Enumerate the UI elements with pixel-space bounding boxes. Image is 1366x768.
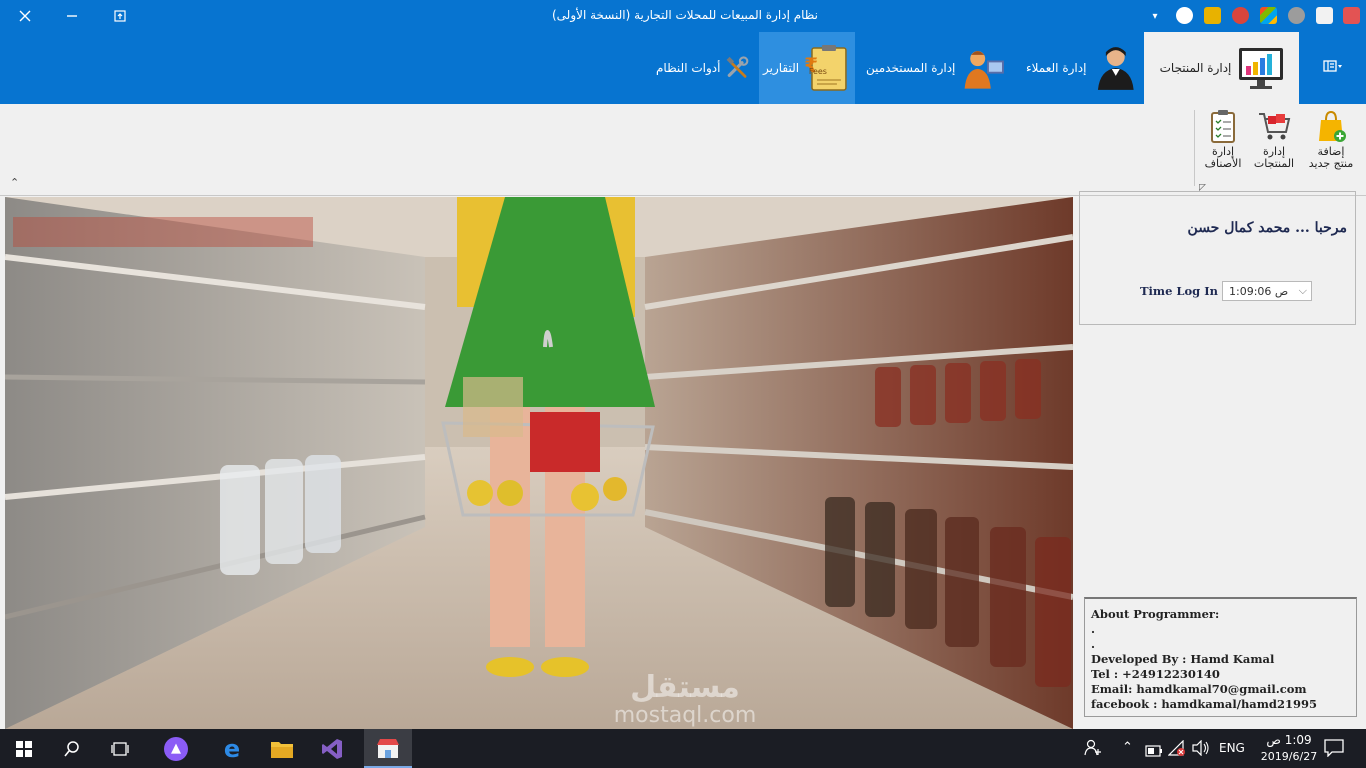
avatar-badge-icon[interactable] xyxy=(1232,7,1249,24)
chevron-down-icon: ⌵ xyxy=(1298,284,1307,297)
input-language-indicator[interactable]: ENG xyxy=(1219,741,1245,755)
store-icon[interactable] xyxy=(1343,7,1360,24)
chart-monitor-icon xyxy=(1239,48,1284,89)
restore-icon xyxy=(114,10,126,22)
collapse-ribbon-button[interactable]: ⌃ xyxy=(10,176,19,189)
task-view-icon xyxy=(111,741,129,756)
taskbar-clock-time[interactable]: 1:09 ص xyxy=(1260,733,1318,747)
time-login-picker[interactable]: 1:09:06 ص ⌵ xyxy=(1222,281,1312,301)
close-icon xyxy=(19,10,31,22)
taskbar-alice-app[interactable]: ▲ xyxy=(152,729,200,768)
about-programmer-box: About Programmer: . . Developed By : Ham… xyxy=(1084,597,1357,717)
tab-system-tools-label: أدوات النظام xyxy=(656,61,721,75)
settings-gear-icon[interactable] xyxy=(1288,7,1305,24)
taskbar-edge[interactable]: e xyxy=(208,729,256,768)
welcome-message: مرحبا ... محمد كمال حسن xyxy=(1187,220,1347,236)
welcome-groupbox: مرحبا ... محمد كمال حسن Time Log In : 1:… xyxy=(1079,191,1356,325)
ribbon-panel: إضافة منتج جديد إدارة المنتجات إدارة الأ… xyxy=(0,104,1366,196)
caret-down-icon: ▾ xyxy=(1152,10,1158,22)
white-circle-icon[interactable] xyxy=(1176,7,1193,24)
customer-person-icon xyxy=(1098,47,1135,90)
taskbar-visual-studio[interactable] xyxy=(308,729,356,768)
tab-products-label: إدارة المنتجات xyxy=(1159,61,1232,75)
tab-reports[interactable]: ₹ Fees التقارير xyxy=(759,32,855,104)
chevron-up-icon: ⌃ xyxy=(10,176,20,189)
side-panel: مرحبا ... محمد كمال حسن Time Log In : 1:… xyxy=(1075,191,1366,729)
menu-layout-icon xyxy=(1323,60,1342,72)
supermarket-hero-image xyxy=(5,197,1073,729)
shopping-bag-add-icon xyxy=(1319,110,1346,142)
add-product-button[interactable]: إضافة منتج جديد xyxy=(1302,108,1360,170)
time-login-value: 1:09:06 ص xyxy=(1229,284,1289,298)
tab-customers[interactable]: إدارة العملاء xyxy=(1022,32,1142,104)
taskbar-file-explorer[interactable] xyxy=(258,729,306,768)
about-dot-2: . xyxy=(1091,637,1096,651)
watermark-arabic: مستقل xyxy=(630,670,740,705)
about-email: Email: hamdkamal70@gmail.com xyxy=(1091,682,1307,696)
about-tel: Tel : +24912230140 xyxy=(1091,667,1220,681)
clipboard-list-icon xyxy=(1211,110,1235,143)
chart-bars-icon[interactable] xyxy=(1204,7,1221,24)
restore-button[interactable] xyxy=(107,4,133,28)
battery-icon[interactable] xyxy=(1145,742,1163,761)
title-bar: نظام إدارة المبيعات للمحلات التجارية (ال… xyxy=(0,0,1366,32)
search-icon xyxy=(64,740,79,756)
windows-logo-icon[interactable] xyxy=(1260,7,1277,24)
windows-start-icon xyxy=(16,740,32,757)
minimize-icon xyxy=(67,15,77,17)
task-view-button[interactable] xyxy=(96,729,144,768)
tab-users[interactable]: إدارة المستخدمين xyxy=(862,32,1008,104)
user-computer-icon xyxy=(964,51,1005,89)
taskbar-sales-app[interactable] xyxy=(364,729,412,768)
manage-categories-line2: الأصناف xyxy=(1204,157,1242,170)
app-menu-button[interactable] xyxy=(1318,54,1348,78)
notepad-icon[interactable] xyxy=(1316,7,1333,24)
assistant-icon: ▲ xyxy=(164,736,188,761)
tab-products[interactable]: إدارة المنتجات xyxy=(1144,32,1299,104)
watermark-latin: mostaql.com xyxy=(613,703,757,728)
volume-icon[interactable] xyxy=(1192,739,1210,760)
supermarket-photo-image xyxy=(5,197,1073,729)
visual-studio-icon xyxy=(322,738,342,759)
about-heading: About Programmer: xyxy=(1091,607,1220,621)
taskbar-clock-date[interactable]: 2019/6/27 xyxy=(1252,750,1326,763)
close-button[interactable] xyxy=(12,4,38,28)
window-title: نظام إدارة المبيعات للمحلات التجارية (ال… xyxy=(551,8,818,22)
tray-chevron-up-icon[interactable]: ⌃ xyxy=(1122,740,1133,755)
tab-users-label: إدارة المستخدمين xyxy=(866,61,956,75)
shopping-cart-icon xyxy=(1259,113,1291,140)
about-dot-1: . xyxy=(1091,622,1096,636)
edge-icon: e xyxy=(223,734,241,763)
watermark: مستقل mostaql.com xyxy=(560,672,810,728)
fees-report-icon: ₹ Fees xyxy=(804,45,847,91)
app-window: نظام إدارة المبيعات للمحلات التجارية (ال… xyxy=(0,0,1366,768)
manage-products-line2: المنتجات xyxy=(1253,157,1295,170)
about-facebook: facebook : hamdkamal/hamd21995 xyxy=(1091,697,1317,711)
about-developer: Developed By : Hamd Kamal xyxy=(1091,652,1275,666)
minimize-button[interactable] xyxy=(59,4,85,28)
store-icon xyxy=(377,738,399,758)
tab-customers-label: إدارة العملاء xyxy=(1026,61,1087,75)
start-button[interactable] xyxy=(0,729,48,768)
ribbon-tab-bar: إدارة المنتجات إدارة العملاء إدارة المست… xyxy=(0,32,1366,104)
tools-icon xyxy=(727,56,749,78)
add-product-line2: منتج جديد xyxy=(1308,157,1354,170)
taskbar-search-button[interactable] xyxy=(48,729,96,768)
people-icon[interactable] xyxy=(1084,739,1102,761)
svg-text:Fees: Fees xyxy=(809,67,827,76)
quick-access-dropdown[interactable]: ▾ xyxy=(1142,4,1168,28)
manage-products-button[interactable]: إدارة المنتجات xyxy=(1250,108,1298,170)
tab-reports-label: التقارير xyxy=(763,61,800,75)
taskbar: ▲ e ⌃ ENG 1:09 ص 2019/6/27 xyxy=(0,729,1366,768)
notifications-icon[interactable] xyxy=(1324,739,1344,761)
time-login-label: Time Log In : xyxy=(1140,284,1227,298)
manage-categories-button[interactable]: إدارة الأصناف xyxy=(1200,108,1246,170)
ribbon-group-separator xyxy=(1194,110,1195,186)
tab-system-tools[interactable]: أدوات النظام xyxy=(652,32,752,104)
folder-icon xyxy=(271,741,293,758)
network-disconnected-icon[interactable] xyxy=(1167,739,1186,760)
